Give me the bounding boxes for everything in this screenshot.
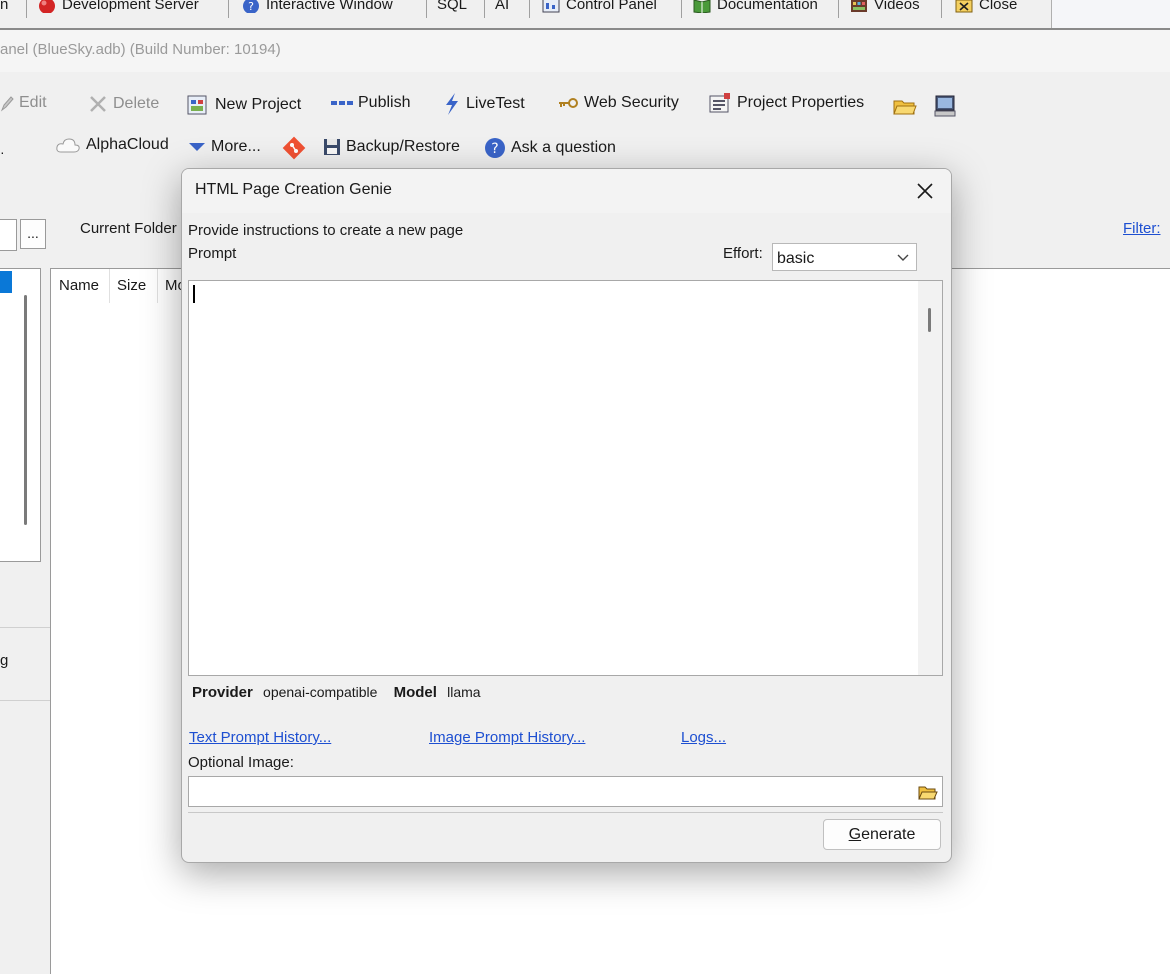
- livetest-button[interactable]: LiveTest: [443, 92, 525, 116]
- browse-folder-button[interactable]: ...: [20, 219, 46, 249]
- cloud-icon: [56, 138, 80, 153]
- menu-separator: [681, 0, 682, 18]
- project-properties-button[interactable]: Project Properties: [708, 92, 864, 114]
- image-prompt-history-link[interactable]: Image Prompt History...: [429, 729, 585, 746]
- tree-selected-item[interactable]: [0, 271, 12, 293]
- edit-button[interactable]: Edit: [0, 94, 47, 112]
- ask-question-button[interactable]: ? Ask a question: [484, 137, 616, 159]
- text-prompt-history-link[interactable]: Text Prompt History...: [189, 729, 331, 746]
- menu-item-documentation[interactable]: Documentation: [693, 0, 818, 16]
- alphacloud-button[interactable]: AlphaCloud: [55, 136, 169, 154]
- provider-value: openai-compatible: [263, 684, 378, 700]
- menu-item-close[interactable]: Close: [955, 0, 1017, 16]
- model-value: llama: [447, 684, 481, 700]
- page-creation-genie-dialog: HTML Page Creation Genie Provide instruc…: [181, 168, 952, 863]
- optional-image-label: Optional Image:: [188, 754, 294, 771]
- book-icon: [693, 0, 711, 13]
- computer-button[interactable]: [933, 94, 957, 118]
- menu-separator: [529, 0, 530, 18]
- effort-select-value: basic: [777, 250, 815, 267]
- menu-separator: [941, 0, 942, 18]
- dialog-title-bar: HTML Page Creation Genie: [182, 169, 951, 213]
- column-header-size[interactable]: Size: [109, 269, 158, 303]
- filter-link[interactable]: Filter:: [1123, 220, 1161, 237]
- window-title: anel (BlueSky.adb) (Build Number: 10194): [0, 41, 281, 58]
- delete-button[interactable]: Delete: [88, 94, 159, 114]
- generate-button[interactable]: Generate: [823, 819, 941, 850]
- web-security-button[interactable]: Web Security: [557, 94, 679, 112]
- publish-icon: [331, 101, 353, 105]
- git-button[interactable]: [282, 136, 306, 160]
- tree-scrollbar-thumb[interactable]: [24, 295, 27, 525]
- optional-image-input[interactable]: [188, 776, 943, 807]
- main-menubar: n Development Server ? Interactive Windo…: [0, 0, 1170, 30]
- left-divider: [0, 627, 50, 628]
- dialog-divider: [188, 812, 943, 813]
- menu-separator: [838, 0, 839, 18]
- pencil-icon: [0, 96, 14, 112]
- key-icon: [559, 98, 578, 108]
- floppy-disk-icon: [324, 139, 340, 155]
- git-icon: [282, 136, 306, 160]
- close-icon: [917, 183, 933, 199]
- menu-item-control-panel[interactable]: Control Panel: [542, 0, 657, 16]
- help-question-icon: ?: [485, 138, 505, 158]
- menu-separator: [228, 0, 229, 18]
- folder-open-icon: [893, 100, 917, 115]
- control-panel-icon: [542, 0, 560, 13]
- current-folder-label: Current Folder: [80, 220, 177, 237]
- publish-button[interactable]: Publish: [331, 94, 410, 112]
- chevron-down-icon: [897, 254, 909, 261]
- triangle-down-icon: [189, 143, 205, 151]
- partial-left-glyph: ·: [0, 144, 5, 160]
- menu-item-partial[interactable]: n: [0, 0, 8, 16]
- menu-item-interactive-window[interactable]: ? Interactive Window: [242, 0, 393, 16]
- properties-icon: [709, 93, 730, 113]
- folder-open-icon: [918, 786, 938, 799]
- backup-restore-button[interactable]: Backup/Restore: [323, 138, 460, 156]
- help-globe-icon: ?: [243, 0, 259, 13]
- instructions-text: Provide instructions to create a new pag…: [188, 222, 464, 239]
- prompt-scrollbar-thumb[interactable]: [928, 308, 931, 332]
- prompt-label: Prompt: [188, 245, 237, 262]
- effort-select[interactable]: basic: [772, 243, 917, 271]
- menu-item-development-server[interactable]: Development Server: [38, 0, 199, 16]
- delete-x-icon: [90, 96, 106, 112]
- prompt-scrollbar[interactable]: [918, 281, 942, 675]
- lightning-icon: [446, 93, 458, 115]
- browse-image-button[interactable]: [915, 778, 941, 805]
- text-caret: [193, 285, 195, 303]
- provider-label: Provider: [192, 684, 253, 701]
- left-divider: [0, 700, 50, 701]
- open-folder-button[interactable]: [893, 96, 917, 116]
- menubar-blank-area: [1051, 0, 1170, 28]
- window-title-bar: anel (BlueSky.adb) (Build Number: 10194): [0, 30, 1170, 72]
- red-circle-icon: [39, 0, 55, 13]
- project-tree-panel[interactable]: [0, 268, 41, 562]
- folder-path-input[interactable]: [0, 219, 17, 251]
- new-project-icon: [187, 95, 207, 115]
- film-icon: [851, 0, 867, 12]
- effort-label: Effort:: [723, 245, 763, 262]
- menu-item-sql[interactable]: SQL: [437, 0, 467, 16]
- provider-info: Provider openai-compatible Model llama: [192, 684, 481, 701]
- dialog-title: HTML Page Creation Genie: [195, 181, 392, 198]
- menu-separator: [26, 0, 27, 18]
- column-header-name[interactable]: Name: [51, 269, 110, 303]
- close-x-icon: [955, 0, 973, 13]
- menu-item-videos[interactable]: Videos: [850, 0, 920, 16]
- more-button[interactable]: More...: [188, 138, 261, 156]
- model-label: Model: [393, 684, 437, 701]
- computer-icon: [934, 95, 956, 117]
- menu-separator: [426, 0, 427, 18]
- menu-separator: [484, 0, 485, 18]
- logs-link[interactable]: Logs...: [681, 729, 726, 746]
- svg-text:?: ?: [491, 141, 498, 157]
- prompt-textarea[interactable]: [188, 280, 943, 676]
- left-partial-label: g: [0, 652, 9, 669]
- svg-text:?: ?: [248, 0, 254, 13]
- new-project-button[interactable]: New Project: [186, 94, 301, 116]
- menu-item-ai[interactable]: AI: [495, 0, 509, 16]
- dialog-close-button[interactable]: [909, 175, 941, 207]
